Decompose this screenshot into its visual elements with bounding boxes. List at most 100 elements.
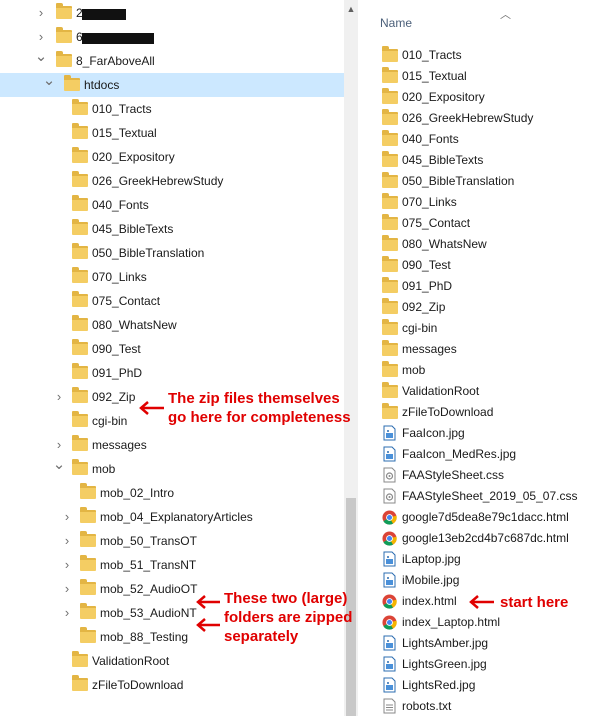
chevron-right-icon[interactable]: ›: [52, 385, 66, 409]
file-name: iMobile.jpg: [402, 573, 460, 587]
tree-item-label: 050_BibleTranslation: [92, 246, 205, 260]
folder-icon: [80, 507, 96, 523]
file-name: 090_Test: [402, 258, 451, 272]
folder-icon: [382, 151, 398, 167]
chevron-right-icon[interactable]: ›: [34, 1, 48, 25]
folder-icon: [72, 291, 88, 307]
file-name: robots.txt: [402, 699, 452, 713]
file-name: 040_Fonts: [402, 132, 459, 146]
chevron-right-icon[interactable]: ›: [60, 577, 74, 601]
tree-item[interactable]: ⌄ htdocs: [0, 72, 344, 97]
file-list-item[interactable]: mob: [358, 360, 608, 381]
file-list-item[interactable]: 091_PhD: [358, 276, 608, 297]
tree-item[interactable]: › mob_51_TransNT: [0, 553, 344, 577]
chevron-down-icon[interactable]: ⌄: [52, 453, 66, 477]
folder-icon: [72, 411, 88, 427]
file-list-item[interactable]: 040_Fonts: [358, 129, 608, 150]
file-list-item[interactable]: LightsRed.jpg: [358, 675, 608, 696]
tree-item[interactable]: mob_02_Intro: [0, 481, 344, 505]
chevron-right-icon[interactable]: ›: [60, 601, 74, 625]
annotation-arrow-icon: [196, 618, 220, 632]
tree-item-label: ValidationRoot: [92, 654, 170, 668]
file-list-item[interactable]: FaaIcon.jpg: [358, 423, 608, 444]
file-name: 010_Tracts: [402, 48, 462, 62]
tree-item-label: zFileToDownload: [92, 678, 184, 692]
tree-item-label: mob_53_AudioNT: [100, 606, 197, 620]
file-list-item[interactable]: FAAStyleSheet.css: [358, 465, 608, 486]
tree-item[interactable]: 091_PhD: [0, 361, 344, 385]
file-name: index_Laptop.html: [402, 615, 501, 629]
folder-icon: [56, 51, 72, 67]
file-name: FAAStyleSheet.css: [402, 468, 505, 482]
file-list-item[interactable]: 070_Links: [358, 192, 608, 213]
file-name: google13eb2cd4b7c687dc.html: [402, 531, 569, 545]
scrollbar-thumb[interactable]: [346, 498, 356, 716]
tree-item-label: mob_88_Testing: [100, 630, 189, 644]
tree-item[interactable]: › mob_04_ExplanatoryArticles: [0, 505, 344, 529]
file-list-item[interactable]: 092_Zip: [358, 297, 608, 318]
redaction-bar: [82, 33, 154, 44]
folder-icon: [72, 147, 88, 163]
file-list-item[interactable]: LightsGreen.jpg: [358, 654, 608, 675]
file-list-item[interactable]: cgi-bin: [358, 318, 608, 339]
folder-icon: [382, 172, 398, 188]
file-name: iLaptop.jpg: [402, 552, 461, 566]
tree-item-label: mob_52_AudioOT: [100, 582, 198, 596]
tree-item[interactable]: 010_Tracts: [0, 97, 344, 121]
tree-item[interactable]: 070_Links: [0, 265, 344, 289]
file-list-item[interactable]: google7d5dea8e79c1dacc.html: [358, 507, 608, 528]
tree-item[interactable]: zFileToDownload: [0, 673, 344, 697]
chevron-right-icon[interactable]: ›: [60, 529, 74, 553]
tree-item[interactable]: 040_Fonts: [0, 193, 344, 217]
tree-item[interactable]: 026_GreekHebrewStudy: [0, 169, 344, 193]
file-list-item[interactable]: FaaIcon_MedRes.jpg: [358, 444, 608, 465]
chevron-down-icon[interactable]: ⌄: [34, 45, 48, 69]
file-name: mob: [402, 363, 426, 377]
file-list-item[interactable]: index_Laptop.html: [358, 612, 608, 633]
annotation-audio-line3: separately: [224, 628, 299, 645]
file-list-item[interactable]: 026_GreekHebrewStudy: [358, 108, 608, 129]
tree-item[interactable]: 080_WhatsNew: [0, 313, 344, 337]
file-list-item[interactable]: 020_Expository: [358, 87, 608, 108]
file-list-item[interactable]: 080_WhatsNew: [358, 234, 608, 255]
file-list-item[interactable]: LightsAmber.jpg: [358, 633, 608, 654]
folder-icon: [72, 219, 88, 235]
file-list-item[interactable]: 010_Tracts: [358, 45, 608, 66]
file-list-item[interactable]: iMobile.jpg: [358, 570, 608, 591]
folder-icon: [382, 88, 398, 104]
folder-icon: [382, 235, 398, 251]
tree-item[interactable]: 020_Expository: [0, 145, 344, 169]
file-list-item[interactable]: messages: [358, 339, 608, 360]
tree-item[interactable]: › 6: [0, 25, 344, 49]
file-list-item[interactable]: robots.txt: [358, 696, 608, 716]
tree-item[interactable]: 045_BibleTexts: [0, 217, 344, 241]
file-list-item[interactable]: 015_Textual: [358, 66, 608, 87]
file-list-item[interactable]: 075_Contact: [358, 213, 608, 234]
file-name: LightsAmber.jpg: [402, 636, 489, 650]
tree-item[interactable]: › 2: [0, 1, 344, 25]
tree-item[interactable]: ⌄ mob: [0, 456, 344, 481]
file-list-item[interactable]: 045_BibleTexts: [358, 150, 608, 171]
tree-item[interactable]: 015_Textual: [0, 121, 344, 145]
file-name: FaaIcon.jpg: [402, 426, 465, 440]
file-list-item[interactable]: 050_BibleTranslation: [358, 171, 608, 192]
file-list-item[interactable]: iLaptop.jpg: [358, 549, 608, 570]
folder-icon: [56, 3, 72, 19]
name-column-header[interactable]: Name: [380, 16, 412, 30]
file-list-item[interactable]: FAAStyleSheet_2019_05_07.css: [358, 486, 608, 507]
tree-item[interactable]: 050_BibleTranslation: [0, 241, 344, 265]
chevron-right-icon[interactable]: ›: [60, 505, 74, 529]
file-name: LightsRed.jpg: [402, 678, 476, 692]
tree-item[interactable]: 090_Test: [0, 337, 344, 361]
tree-item[interactable]: ValidationRoot: [0, 649, 344, 673]
folder-icon: [80, 627, 96, 643]
tree-item[interactable]: › mob_50_TransOT: [0, 529, 344, 553]
scroll-up-arrow-icon[interactable]: ▲: [344, 4, 358, 14]
file-list-item[interactable]: ValidationRoot: [358, 381, 608, 402]
file-list-item[interactable]: 090_Test: [358, 255, 608, 276]
file-list-item[interactable]: zFileToDownload: [358, 402, 608, 423]
file-list-item[interactable]: google13eb2cd4b7c687dc.html: [358, 528, 608, 549]
tree-item[interactable]: 075_Contact: [0, 289, 344, 313]
chevron-right-icon[interactable]: ›: [60, 553, 74, 577]
chevron-down-icon[interactable]: ⌄: [42, 69, 56, 93]
